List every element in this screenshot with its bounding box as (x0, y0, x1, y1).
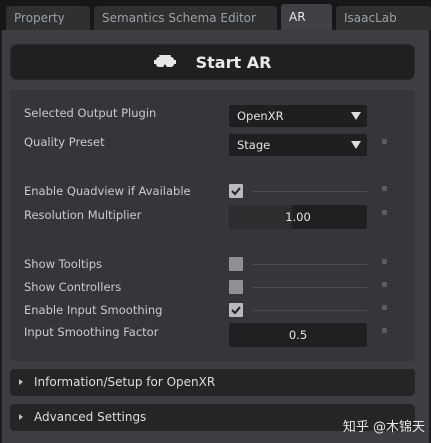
quality-preset-value: Stage (237, 138, 271, 152)
smoothing-factor-slider[interactable]: 0.5 (229, 323, 367, 347)
resolution-multiplier-value: 1.00 (285, 210, 311, 224)
chevron-right-icon (19, 414, 23, 420)
divider (253, 310, 367, 311)
output-plugin-dropdown[interactable]: OpenXR (229, 105, 367, 127)
smoothing-factor-label: Input Smoothing Factor (24, 325, 159, 339)
output-plugin-label: Selected Output Plugin (24, 106, 157, 120)
reset-indicator[interactable] (382, 186, 387, 191)
quality-preset-label: Quality Preset (24, 135, 105, 149)
start-ar-label: Start AR (195, 52, 272, 72)
section-openxr-setup-label: Information/Setup for OpenXR (34, 375, 216, 389)
show-tooltips-checkbox[interactable] (229, 257, 243, 271)
tab-semantics-schema-editor[interactable]: Semantics Schema Editor (94, 6, 277, 30)
divider (253, 287, 367, 288)
reset-indicator[interactable] (382, 210, 387, 215)
chevron-down-icon (345, 134, 367, 156)
smoothing-factor-value: 0.5 (288, 328, 308, 342)
tab-bar: Property Semantics Schema Editor AR Isaa… (0, 0, 431, 30)
resolution-multiplier-slider[interactable]: 1.00 (229, 205, 367, 229)
reset-indicator[interactable] (382, 139, 387, 144)
reset-indicator[interactable] (382, 259, 387, 264)
divider (253, 191, 367, 192)
section-advanced-settings-label: Advanced Settings (34, 410, 147, 424)
show-controllers-checkbox[interactable] (229, 280, 243, 294)
check-icon (231, 187, 241, 196)
resolution-multiplier-label: Resolution Multiplier (24, 208, 142, 222)
chevron-right-icon (19, 379, 23, 385)
output-plugin-value: OpenXR (237, 109, 284, 123)
input-smoothing-label: Enable Input Smoothing (24, 303, 163, 317)
tab-isaaclab[interactable]: IsaacLab (336, 6, 431, 30)
watermark: 知乎 @木锦天 (342, 420, 425, 435)
quadview-label: Enable Quadview if Available (24, 184, 191, 198)
show-controllers-label: Show Controllers (24, 280, 122, 294)
start-ar-button[interactable]: Start AR (10, 44, 415, 80)
show-tooltips-label: Show Tooltips (24, 257, 103, 271)
vr-headset-icon (153, 54, 176, 70)
chevron-down-icon (345, 105, 367, 127)
input-smoothing-checkbox[interactable] (229, 303, 243, 317)
quality-preset-dropdown[interactable]: Stage (229, 134, 367, 156)
quadview-checkbox[interactable] (229, 184, 243, 198)
reset-indicator[interactable] (382, 305, 387, 310)
reset-indicator[interactable] (382, 282, 387, 287)
reset-indicator[interactable] (382, 328, 387, 333)
check-icon (231, 306, 241, 315)
section-openxr-setup[interactable]: Information/Setup for OpenXR (10, 369, 415, 396)
tab-ar[interactable]: AR (281, 4, 332, 30)
divider (253, 264, 367, 265)
tab-property[interactable]: Property (6, 6, 90, 30)
